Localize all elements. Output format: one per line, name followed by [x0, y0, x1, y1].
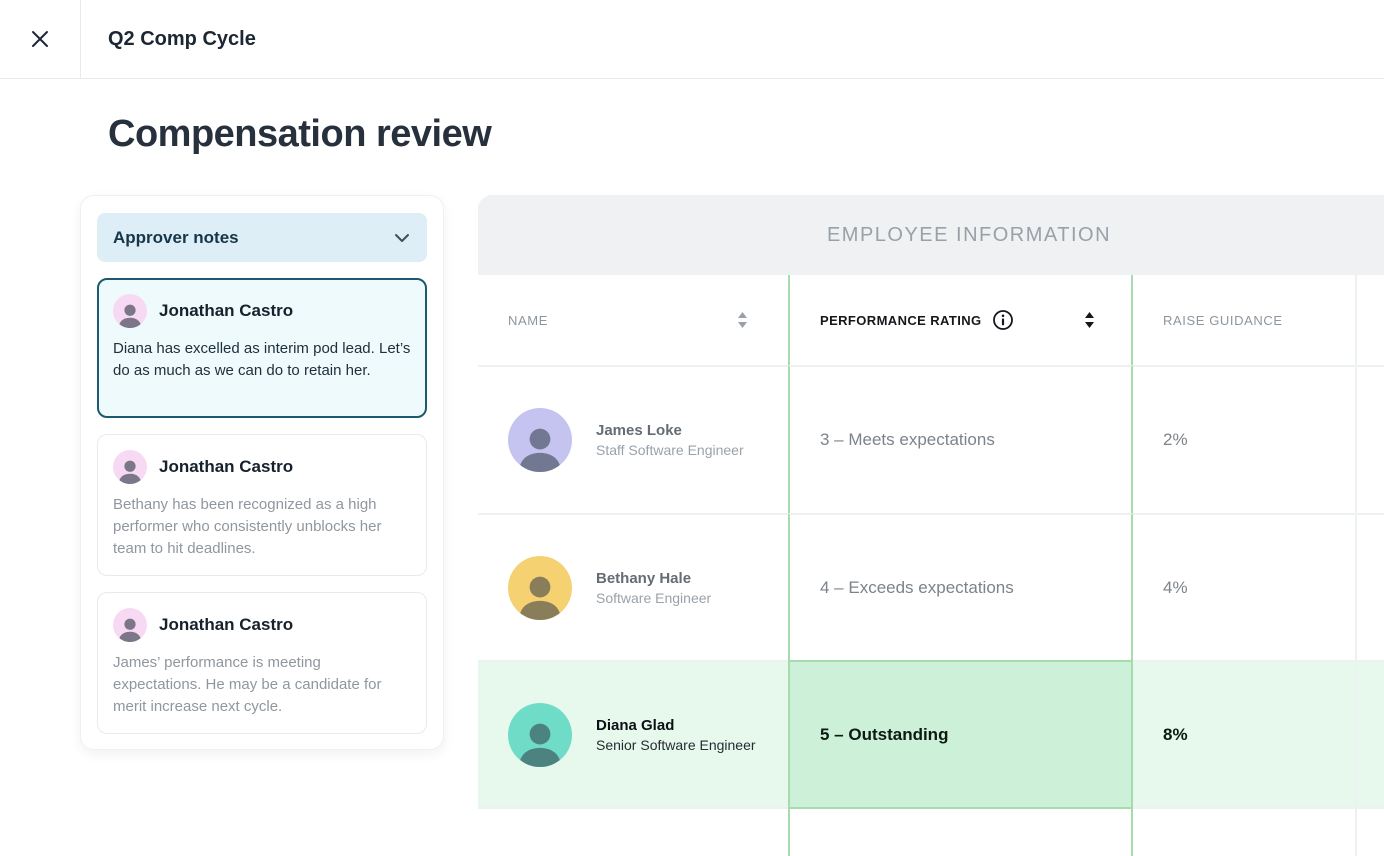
employee-name: James Loke: [596, 422, 744, 439]
note-text: Bethany has been recognized as a high pe…: [113, 494, 411, 560]
table-row-james-extra-cell: [1355, 365, 1384, 513]
sort-icon[interactable]: [1084, 312, 1095, 329]
rating-value: 4 – Exceeds expectations: [820, 578, 1014, 598]
chevron-down-icon: [393, 230, 411, 246]
employee-name: Diana Glad: [596, 717, 756, 734]
column-header-extra: [1355, 275, 1384, 365]
avatar: [113, 294, 147, 328]
table-row-diana-rating-cell[interactable]: 5 – Outstanding: [788, 660, 1133, 807]
close-button-container: [0, 0, 81, 78]
table-row-james-name-cell: James Loke Staff Software Engineer: [478, 365, 788, 513]
note-text: Diana has excelled as interim pod lead. …: [113, 338, 411, 382]
note-author: Jonathan Castro: [159, 301, 293, 321]
table-row-bethany-name-cell: Bethany Hale Software Engineer: [478, 513, 788, 660]
rating-value: 5 – Outstanding: [820, 725, 948, 745]
employee-name: Bethany Hale: [596, 570, 711, 587]
performance-rating-column-label: PERFORMANCE RATING: [820, 313, 982, 328]
group-header-label: EMPLOYEE INFORMATION: [827, 224, 1111, 247]
rating-value: 3 – Meets expectations: [820, 430, 995, 450]
raise-value: 4%: [1163, 578, 1188, 598]
info-icon[interactable]: [992, 309, 1014, 331]
table-row-diana-raise-cell: 8%: [1133, 660, 1355, 807]
note-author: Jonathan Castro: [159, 457, 293, 477]
column-header-performance-rating: PERFORMANCE RATING: [788, 275, 1133, 365]
avatar: [113, 608, 147, 642]
table-row-james-rating-cell[interactable]: 3 – Meets expectations: [788, 365, 1133, 513]
raise-value: 8%: [1163, 725, 1188, 745]
column-header-raise-guidance: RAISE GUIDANCE: [1133, 275, 1355, 365]
table-row-james-raise-cell: 2%: [1133, 365, 1355, 513]
table-grid: NAME PERFORMANCE RATING RAISE GUIDANCE J: [478, 275, 1384, 856]
avatar: [508, 408, 572, 472]
table-row-bethany-raise-cell: 4%: [1133, 513, 1355, 660]
approver-notes-header[interactable]: Approver notes: [97, 213, 427, 262]
close-button[interactable]: [20, 19, 60, 59]
top-bar: Q2 Comp Cycle: [0, 0, 1384, 79]
avatar: [508, 556, 572, 620]
employee-title: Software Engineer: [596, 590, 711, 606]
approver-notes-label: Approver notes: [113, 228, 239, 248]
page-title: Compensation review: [108, 113, 491, 156]
note-card-james[interactable]: Jonathan Castro James’ performance is me…: [97, 592, 427, 734]
note-author: Jonathan Castro: [159, 615, 293, 635]
employee-table: EMPLOYEE INFORMATION NAME PERFORMANCE RA…: [478, 195, 1384, 856]
raise-value: 2%: [1163, 430, 1188, 450]
column-header-name: NAME: [478, 275, 788, 365]
avatar: [508, 703, 572, 767]
table-row-bethany-extra-cell: [1355, 513, 1384, 660]
table-row-partial-rating-cell[interactable]: [788, 807, 1133, 856]
note-text: James’ performance is meeting expectatio…: [113, 652, 411, 718]
note-card-bethany[interactable]: Jonathan Castro Bethany has been recogni…: [97, 434, 427, 576]
raise-guidance-column-label: RAISE GUIDANCE: [1163, 313, 1283, 328]
sort-icon[interactable]: [737, 312, 748, 329]
avatar: [113, 450, 147, 484]
table-group-header: EMPLOYEE INFORMATION: [478, 195, 1384, 275]
table-row-partial-extra-cell: [1355, 807, 1384, 856]
approver-notes-panel: Approver notes Jonathan Castro Diana has…: [80, 195, 444, 750]
close-icon: [29, 28, 51, 50]
employee-title: Senior Software Engineer: [596, 737, 756, 753]
table-row-partial-raise-cell: [1133, 807, 1355, 856]
table-row-bethany-rating-cell[interactable]: 4 – Exceeds expectations: [788, 513, 1133, 660]
note-card-diana[interactable]: Jonathan Castro Diana has excelled as in…: [97, 278, 427, 418]
name-column-label: NAME: [508, 313, 548, 328]
window-title: Q2 Comp Cycle: [81, 0, 256, 78]
table-row-diana-extra-cell: [1355, 660, 1384, 807]
table-row-partial-name-cell: [478, 807, 788, 856]
employee-title: Staff Software Engineer: [596, 442, 744, 458]
table-row-diana-name-cell: Diana Glad Senior Software Engineer: [478, 660, 788, 807]
